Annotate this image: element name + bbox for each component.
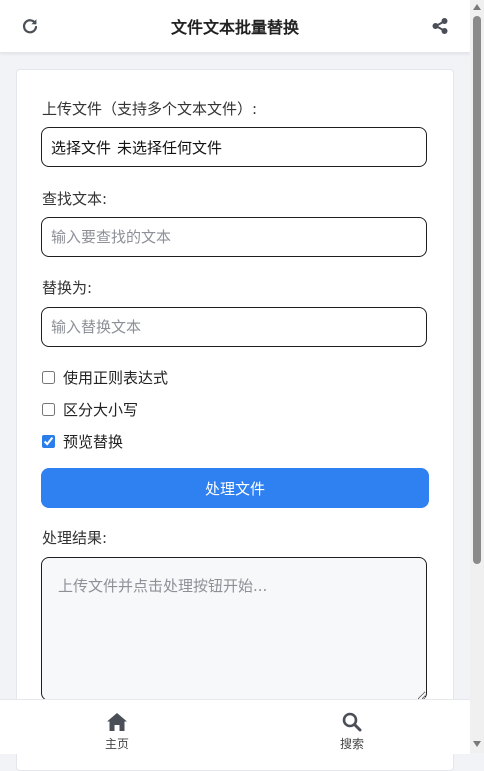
file-status-text: 未选择任何文件 (117, 138, 223, 157)
scroll-down-arrow[interactable] (473, 741, 481, 747)
scrollbar-thumb[interactable] (473, 16, 481, 564)
share-icon (432, 18, 448, 34)
nav-label-search: 搜索 (339, 737, 364, 751)
replace-input[interactable] (51, 318, 426, 336)
nav-label-home: 主页 (104, 737, 129, 751)
search-icon (342, 712, 362, 732)
bottom-nav: 主页 搜索 (0, 699, 470, 754)
result-textarea[interactable] (41, 557, 427, 701)
option-preview[interactable]: 预览替换 (41, 431, 123, 452)
upload-label: 上传文件（支持多个文本文件）: (42, 100, 258, 118)
file-input[interactable]: 选择文件 未选择任何文件 (41, 127, 427, 167)
regex-label: 使用正则表达式 (63, 369, 169, 387)
replace-field[interactable] (41, 307, 427, 347)
regex-checkbox[interactable] (42, 371, 55, 384)
share-button[interactable] (428, 14, 452, 38)
app-header: 文件文本批量替换 (0, 0, 470, 53)
preview-label: 预览替换 (63, 433, 124, 451)
form-card: 上传文件（支持多个文本文件）: 选择文件 未选择任何文件 查找文本: 替换为: … (16, 69, 454, 771)
preview-checkbox[interactable] (42, 435, 55, 448)
home-icon (107, 713, 127, 731)
find-field[interactable] (41, 217, 427, 257)
case-sensitive-label: 区分大小写 (63, 401, 139, 419)
page-scrollbar[interactable] (470, 0, 484, 753)
option-regex[interactable]: 使用正则表达式 (41, 367, 168, 388)
file-choose-button[interactable]: 选择文件 (51, 137, 111, 158)
find-input[interactable] (51, 228, 426, 246)
refresh-icon (22, 19, 38, 34)
replace-label: 替换为: (42, 279, 93, 297)
case-sensitive-checkbox[interactable] (42, 403, 55, 416)
result-label: 处理结果: (42, 529, 108, 547)
process-files-button[interactable]: 处理文件 (41, 468, 429, 508)
scroll-up-arrow[interactable] (473, 4, 481, 10)
refresh-button[interactable] (18, 14, 42, 38)
page-title: 文件文本批量替换 (170, 18, 299, 37)
nav-item-search[interactable]: 搜索 (322, 712, 382, 752)
find-label: 查找文本: (42, 190, 108, 208)
nav-item-home[interactable]: 主页 (87, 712, 147, 752)
option-case-sensitive[interactable]: 区分大小写 (41, 399, 138, 420)
